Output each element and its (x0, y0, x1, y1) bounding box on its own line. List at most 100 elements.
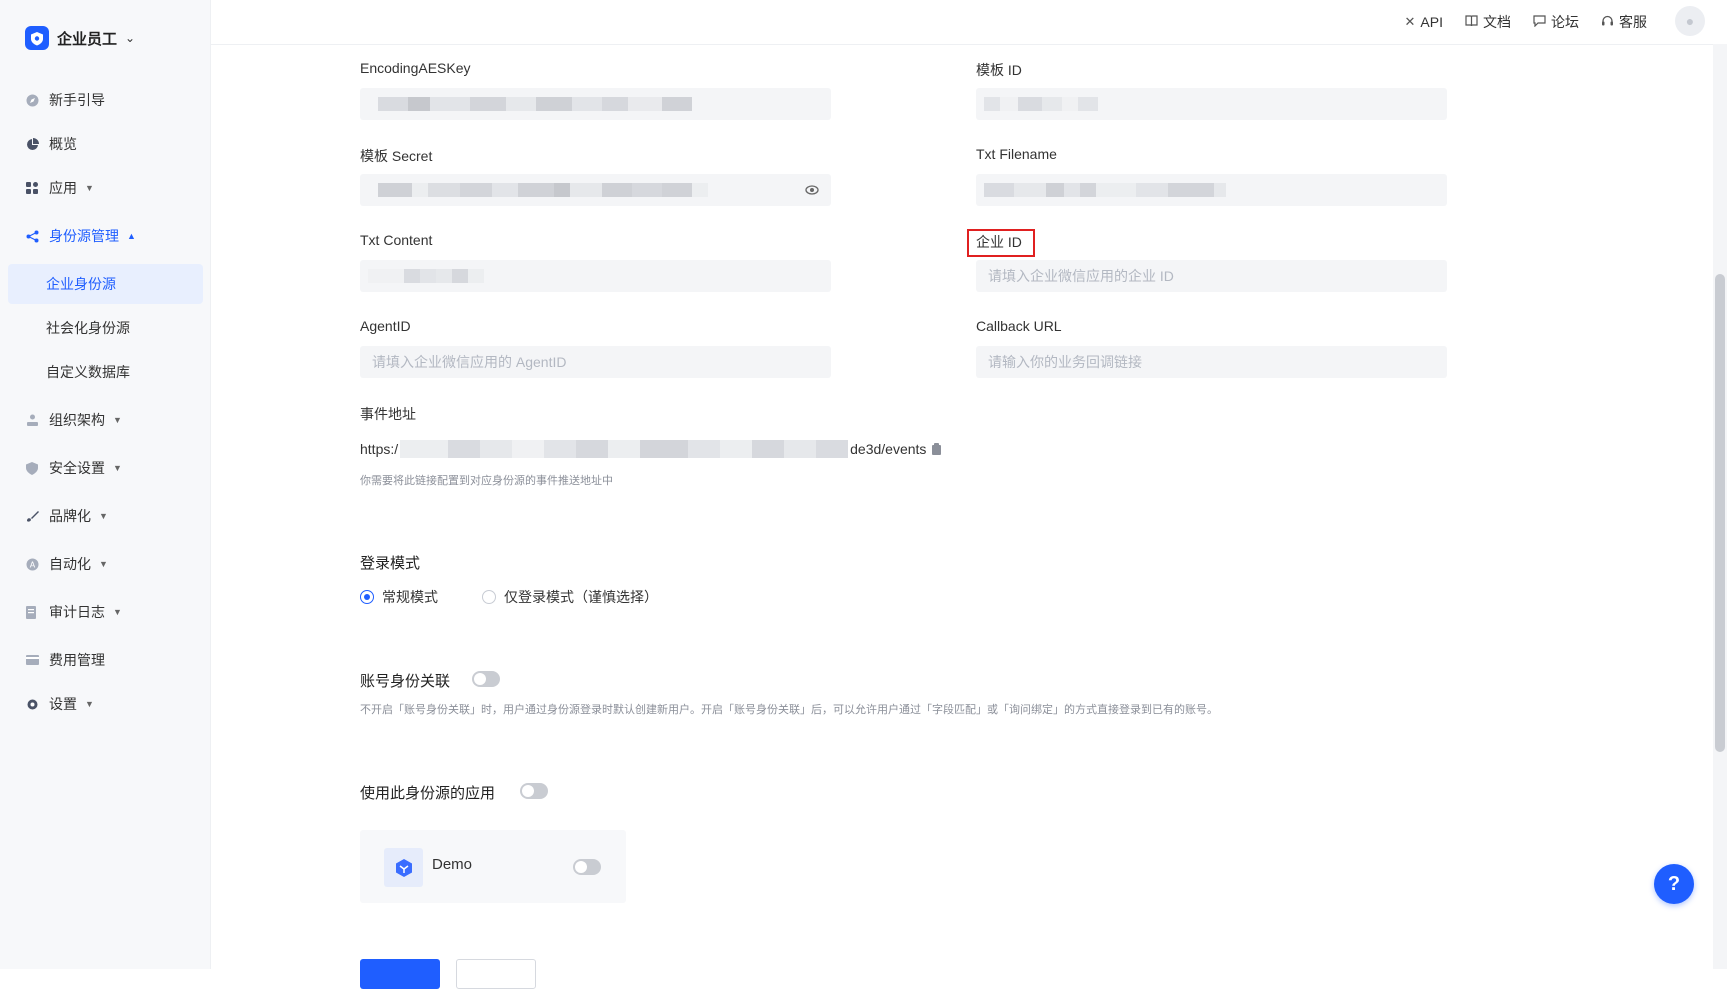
radio-checked-icon (360, 590, 374, 604)
gear-icon (25, 697, 39, 711)
robot-icon: A (25, 557, 39, 571)
event-url-suffix: de3d/events (850, 441, 927, 457)
radio-unchecked-icon (482, 590, 496, 604)
forum-link[interactable]: 论坛 (1533, 12, 1579, 32)
agent-id-label: AgentID (360, 318, 411, 334)
app-demo-toggle[interactable] (573, 859, 601, 875)
template-secret-field[interactable] (360, 174, 831, 206)
docs-link[interactable]: 文档 (1465, 12, 1511, 32)
apps-using-title: 使用此身份源的应用 (360, 785, 496, 802)
save-button[interactable] (360, 959, 440, 989)
encoding-aes-key-label: EncodingAESKey (360, 60, 471, 76)
sidebar-subitem-label: 社会化身份源 (46, 320, 130, 336)
app-name: Demo (432, 856, 473, 873)
chat-icon (1533, 14, 1546, 30)
compass-icon (25, 93, 39, 107)
sidebar-item-branding[interactable]: 品牌化 ▼ (8, 496, 203, 536)
sidebar-item-settings[interactable]: 设置 ▼ (8, 684, 203, 724)
masked-value (378, 183, 708, 197)
agent-id-field[interactable]: 请填入企业微信应用的 AgentID (360, 346, 831, 378)
support-link[interactable]: 客服 (1601, 12, 1647, 32)
event-url-prefix: https:/ (360, 441, 399, 457)
agent-id-placeholder: 请填入企业微信应用的 AgentID (372, 354, 567, 370)
corp-id-placeholder: 请填入企业微信应用的企业 ID (988, 268, 1174, 284)
sidebar-item-apps[interactable]: 应用 ▼ (8, 168, 203, 208)
encoding-aes-key-field[interactable] (360, 88, 831, 120)
apps-using-toggle[interactable] (520, 783, 548, 799)
sidebar-subitem-enterprise[interactable]: 企业身份源 (8, 264, 203, 304)
login-mode-title: 登录模式 (360, 555, 421, 572)
api-icon: ✕ (1404, 14, 1416, 29)
sidebar-item-label: 自动化 (49, 556, 91, 572)
sidebar-subitem-label: 自定义数据库 (46, 364, 130, 380)
txt-filename-field[interactable] (976, 174, 1447, 206)
txt-content-field[interactable] (360, 260, 831, 292)
top-links: ✕ API 文档 论坛 客服 (1405, 12, 1647, 32)
cancel-button[interactable] (456, 959, 536, 989)
template-id-field[interactable] (976, 88, 1447, 120)
copy-icon[interactable] (931, 442, 943, 456)
docs-link-label: 文档 (1483, 14, 1511, 30)
callback-url-label: Callback URL (976, 318, 1062, 334)
book-icon (1465, 14, 1478, 30)
sidebar-subitem-label: 企业身份源 (46, 276, 116, 292)
caret-down-icon: ▼ (85, 699, 94, 709)
callback-url-field[interactable]: 请输入你的业务回调链接 (976, 346, 1447, 378)
scrollbar-thumb[interactable] (1715, 274, 1725, 752)
sidebar-item-security[interactable]: 安全设置 ▼ (8, 448, 203, 488)
svg-text:A: A (29, 560, 35, 569)
org-icon (25, 413, 39, 427)
sidebar-item-label: 审计日志 (49, 604, 105, 620)
masked-value (368, 269, 484, 283)
chevron-down-icon: ⌄ (125, 31, 136, 45)
template-secret-label: 模板 Secret (360, 148, 433, 164)
radio-login-only-mode[interactable]: 仅登录模式（谨慎选择） (482, 587, 658, 607)
masked-value (400, 440, 849, 458)
sidebar-item-label: 安全设置 (49, 460, 105, 476)
sidebar-item-label: 新手引导 (49, 92, 105, 108)
support-link-label: 客服 (1619, 14, 1647, 30)
sidebar-item-automation[interactable]: A 自动化 ▼ (8, 544, 203, 584)
txt-content-label: Txt Content (360, 232, 433, 248)
corp-id-field[interactable]: 请填入企业微信应用的企业 ID (976, 260, 1447, 292)
account-link-hint: 不开启「账号身份关联」时，用户通过身份源登录时默认创建新用户。开启「账号身份关联… (360, 704, 1218, 716)
sidebar-item-label: 费用管理 (49, 652, 105, 668)
template-id-label: 模板 ID (976, 62, 1022, 78)
radio-label: 仅登录模式（谨慎选择） (504, 589, 658, 605)
sidebar-item-label: 设置 (49, 696, 77, 712)
brand-logo-icon (25, 26, 49, 50)
radio-normal-mode[interactable]: 常规模式 (360, 587, 438, 607)
sidebar-item-label: 概览 (49, 136, 77, 152)
brand-name: 企业员工 (57, 30, 118, 48)
brush-icon (25, 509, 39, 523)
shield-icon (25, 461, 39, 475)
event-url-label: 事件地址 (360, 406, 416, 422)
apps-grid-icon (25, 181, 39, 195)
sidebar-item-audit-log[interactable]: 审计日志 ▼ (8, 592, 203, 632)
api-link[interactable]: ✕ API (1405, 12, 1443, 32)
account-link-toggle[interactable] (472, 671, 500, 687)
caret-down-icon: ▼ (113, 463, 122, 473)
caret-down-icon: ▼ (113, 607, 122, 617)
api-link-label: API (1420, 14, 1443, 30)
sidebar-item-label: 组织架构 (49, 412, 105, 428)
avatar[interactable]: ● (1675, 6, 1705, 36)
sidebar-item-org[interactable]: 组织架构 ▼ (8, 400, 203, 440)
caret-down-icon: ▼ (85, 183, 94, 193)
brand-switcher[interactable]: 企业员工 ⌄ (25, 25, 135, 51)
caret-down-icon: ▼ (99, 511, 108, 521)
corp-id-label: 企业 ID (976, 234, 1022, 250)
radio-label: 常规模式 (382, 589, 438, 605)
sidebar-subitem-custom-db[interactable]: 自定义数据库 (8, 352, 203, 392)
eye-icon[interactable] (805, 183, 819, 197)
sidebar-item-overview[interactable]: 概览 (8, 124, 203, 164)
sidebar-item-label: 身份源管理 (49, 228, 119, 244)
help-button[interactable]: ? (1654, 864, 1694, 904)
login-mode-options: 常规模式 仅登录模式（谨慎选择） (360, 587, 658, 607)
masked-value (984, 97, 1098, 111)
log-icon (25, 605, 39, 619)
sidebar-item-billing[interactable]: 费用管理 (8, 640, 203, 680)
sidebar-subitem-social[interactable]: 社会化身份源 (8, 308, 203, 348)
sidebar-item-identity-sources[interactable]: 身份源管理 ▲ (8, 216, 203, 256)
sidebar-item-onboarding[interactable]: 新手引导 (8, 80, 203, 120)
